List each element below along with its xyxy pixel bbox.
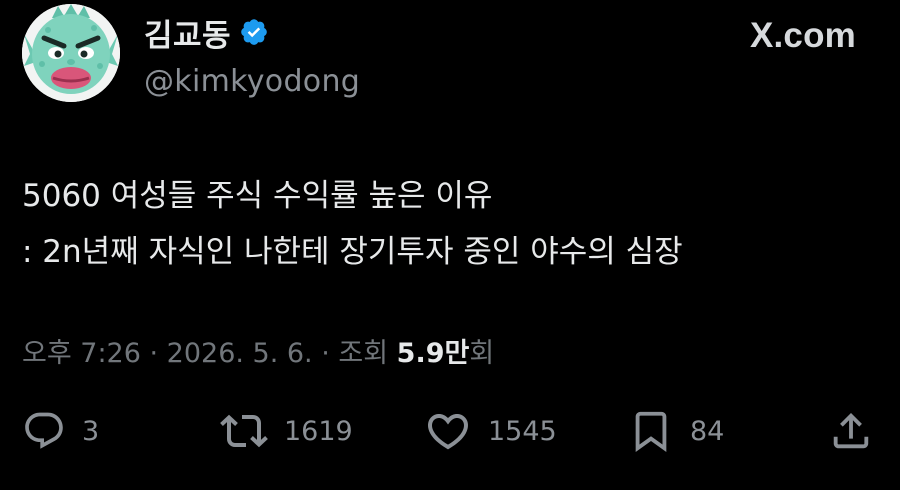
avatar-character-image <box>22 4 120 102</box>
repost-icon <box>220 414 268 448</box>
repost-count: 1619 <box>284 415 353 447</box>
tweet-text-line: : 2n년째 자식인 나한테 장기투자 중인 야수의 심장 <box>22 234 683 270</box>
reply-icon <box>25 412 63 449</box>
heart-icon <box>427 414 469 450</box>
reply-button[interactable]: 3 <box>22 405 99 457</box>
reply-count: 3 <box>82 415 100 447</box>
tweet-date[interactable]: 2026. 5. 6. <box>167 338 313 369</box>
tweet-text: 5060 여성들 주식 수익률 높은 이유 : 2n년째 자식인 나한테 장기투… <box>22 168 882 280</box>
site-label: X.com <box>749 16 856 55</box>
views-suffix: 회 <box>469 338 495 369</box>
bookmark-count: 84 <box>690 415 725 447</box>
author-handle[interactable]: @kimkyodong <box>144 64 360 99</box>
tweet-header: 김교동 @kimkyodong X.com <box>22 4 878 104</box>
share-button[interactable] <box>828 405 874 457</box>
repost-button[interactable]: 1619 <box>220 405 353 457</box>
author-info: 김교동 @kimkyodong <box>144 10 360 100</box>
display-name-row: 김교동 <box>144 10 360 54</box>
avatar[interactable] <box>22 4 120 102</box>
share-icon <box>833 412 869 449</box>
meta-separator: · <box>140 338 167 369</box>
meta-separator: · <box>312 338 339 369</box>
like-button[interactable]: 1545 <box>424 405 557 457</box>
views-count: 5.9만 <box>396 338 470 369</box>
like-count: 1545 <box>488 415 557 447</box>
action-bar: 3 1619 1545 84 <box>22 405 878 457</box>
tweet-meta: 오후 7:26 · 2026. 5. 6. · 조회 5.9만회 <box>22 331 494 370</box>
author-display-name[interactable]: 김교동 <box>144 10 231 55</box>
views-prefix: 조회 <box>338 338 397 369</box>
verified-badge-icon[interactable] <box>239 17 269 47</box>
bookmark-button[interactable]: 84 <box>628 405 724 457</box>
tweet-time[interactable]: 오후 7:26 <box>22 338 141 369</box>
bookmark-icon <box>635 411 667 452</box>
tweet-text-line: 5060 여성들 주식 수익률 높은 이유 <box>22 178 493 214</box>
